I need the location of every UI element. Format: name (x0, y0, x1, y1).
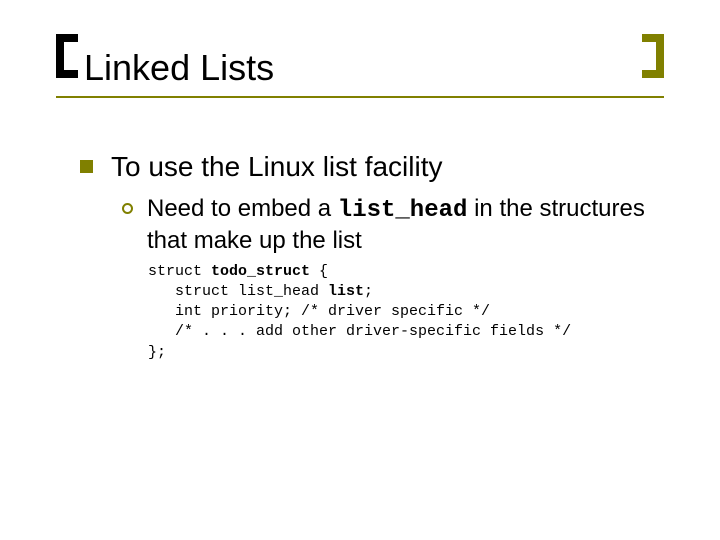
circle-bullet-icon (122, 203, 133, 214)
title-underline-icon (56, 96, 664, 98)
lvl2-code-inline: list_head (338, 197, 468, 224)
code-l2b: list (328, 283, 364, 300)
slide-title: Linked Lists (84, 48, 636, 88)
bullet-level1: To use the Linux list facility (80, 150, 660, 184)
title-bracket: Linked Lists (56, 48, 664, 98)
bracket-right-top-icon (642, 34, 664, 42)
title-area: Linked Lists (56, 48, 664, 98)
slide-body: To use the Linux list facility Need to e… (80, 150, 660, 363)
code-l2a: struct list_head (148, 283, 328, 300)
code-l1a: struct (148, 263, 211, 280)
code-l4: /* . . . add other driver-specific field… (148, 323, 571, 340)
slide: Linked Lists To use the Linux list facil… (0, 0, 720, 540)
code-l2c: ; (364, 283, 373, 300)
code-l1c: { (310, 263, 328, 280)
code-l3: int priority; /* driver specific */ (148, 303, 490, 320)
bullet-level1-text: To use the Linux list facility (111, 150, 443, 184)
bullet-level2-text: Need to embed a list_head in the structu… (147, 194, 660, 256)
code-l1b: todo_struct (211, 263, 310, 280)
bracket-left-bottom-icon (56, 70, 78, 78)
code-block: struct todo_struct { struct list_head li… (148, 262, 660, 363)
bracket-right-bottom-icon (642, 70, 664, 78)
code-l5: }; (148, 344, 166, 361)
bracket-left-top-icon (56, 34, 78, 42)
lvl2-pre: Need to embed a (147, 195, 338, 222)
bullet-level2: Need to embed a list_head in the structu… (122, 194, 660, 256)
square-bullet-icon (80, 160, 93, 173)
